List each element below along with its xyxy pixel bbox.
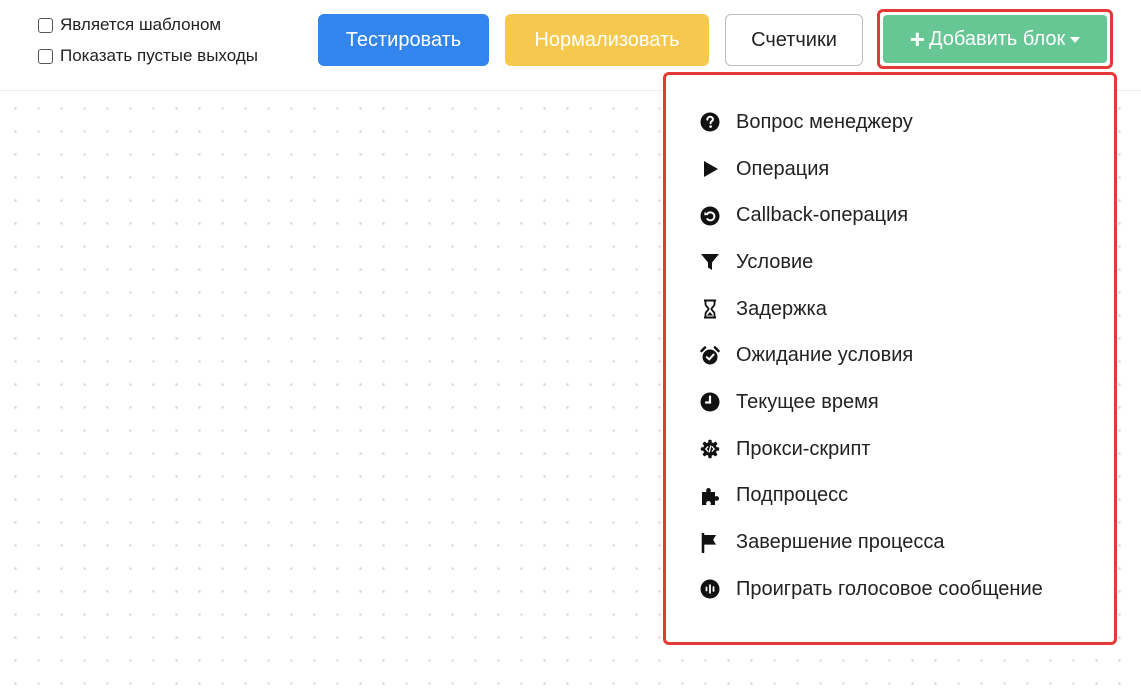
page: Является шаблоном Показать пустые выходы… bbox=[0, 0, 1141, 690]
menu-item-manager-question[interactable]: Вопрос менеджеру bbox=[666, 99, 1114, 146]
menu-item-delay[interactable]: Задержка bbox=[666, 286, 1114, 333]
menu-item-label: Операция bbox=[736, 157, 830, 180]
menu-item-label: Вопрос менеджеру bbox=[736, 110, 913, 133]
add-block-label: Добавить блок bbox=[928, 27, 1066, 50]
play-icon bbox=[700, 159, 720, 179]
show-empty-outputs-checkbox[interactable] bbox=[38, 48, 53, 64]
show-empty-outputs-option[interactable]: Показать пустые выходы bbox=[38, 45, 258, 67]
menu-item-label: Callback-операция bbox=[736, 204, 909, 227]
puzzle-icon bbox=[700, 486, 720, 506]
menu-item-label: Задержка bbox=[736, 297, 827, 320]
is-template-checkbox[interactable] bbox=[38, 17, 53, 33]
menu-item-label: Подпроцесс bbox=[736, 484, 849, 507]
plus-icon: + bbox=[909, 24, 925, 54]
is-template-option[interactable]: Является шаблоном bbox=[38, 14, 258, 36]
menu-item-wait-condition[interactable]: Ожидание условия bbox=[666, 332, 1114, 379]
test-button[interactable]: Тестировать bbox=[318, 14, 489, 66]
menu-item-label: Проиграть голосовое сообщение bbox=[736, 577, 1043, 600]
add-block-button[interactable]: + Добавить блок bbox=[883, 15, 1107, 63]
menu-item-play-voice-message[interactable]: Проиграть голосовое сообщение bbox=[666, 566, 1114, 613]
menu-item-callback-operation[interactable]: Callback-операция bbox=[666, 192, 1114, 239]
checkbox-group: Является шаблоном Показать пустые выходы bbox=[38, 14, 258, 67]
add-block-highlight: + Добавить блок bbox=[877, 9, 1113, 69]
normalize-button[interactable]: Нормализовать bbox=[505, 14, 709, 66]
voice-message-icon bbox=[700, 579, 720, 599]
menu-item-label: Ожидание условия bbox=[736, 344, 914, 367]
question-circle-icon bbox=[700, 112, 720, 132]
clock-icon bbox=[700, 392, 720, 412]
alarm-clock-icon bbox=[700, 346, 720, 366]
menu-item-label: Прокси-скрипт bbox=[736, 437, 871, 460]
menu-item-proxy-script[interactable]: Прокси-скрипт bbox=[666, 426, 1114, 473]
menu-item-process-end[interactable]: Завершение процесса bbox=[666, 519, 1114, 566]
menu-item-label: Условие bbox=[736, 250, 814, 273]
hourglass-icon bbox=[700, 299, 720, 319]
menu-item-label: Текущее время bbox=[736, 390, 879, 413]
add-block-dropdown: Вопрос менеджеру Операция Callback-опера… bbox=[663, 72, 1117, 645]
code-gear-icon bbox=[700, 439, 720, 459]
undo-circle-icon bbox=[700, 206, 720, 226]
menu-item-label: Завершение процесса bbox=[736, 531, 945, 554]
filter-icon bbox=[700, 252, 720, 272]
show-empty-outputs-label[interactable]: Показать пустые выходы bbox=[60, 46, 258, 66]
flag-icon bbox=[700, 532, 720, 553]
counters-button[interactable]: Счетчики bbox=[725, 14, 863, 66]
caret-down-icon bbox=[1070, 37, 1081, 43]
menu-item-current-time[interactable]: Текущее время bbox=[666, 379, 1114, 426]
is-template-label[interactable]: Является шаблоном bbox=[60, 15, 221, 35]
menu-item-subprocess[interactable]: Подпроцесс bbox=[666, 473, 1114, 520]
menu-item-operation[interactable]: Операция bbox=[666, 146, 1114, 193]
menu-item-condition[interactable]: Условие bbox=[666, 239, 1114, 286]
